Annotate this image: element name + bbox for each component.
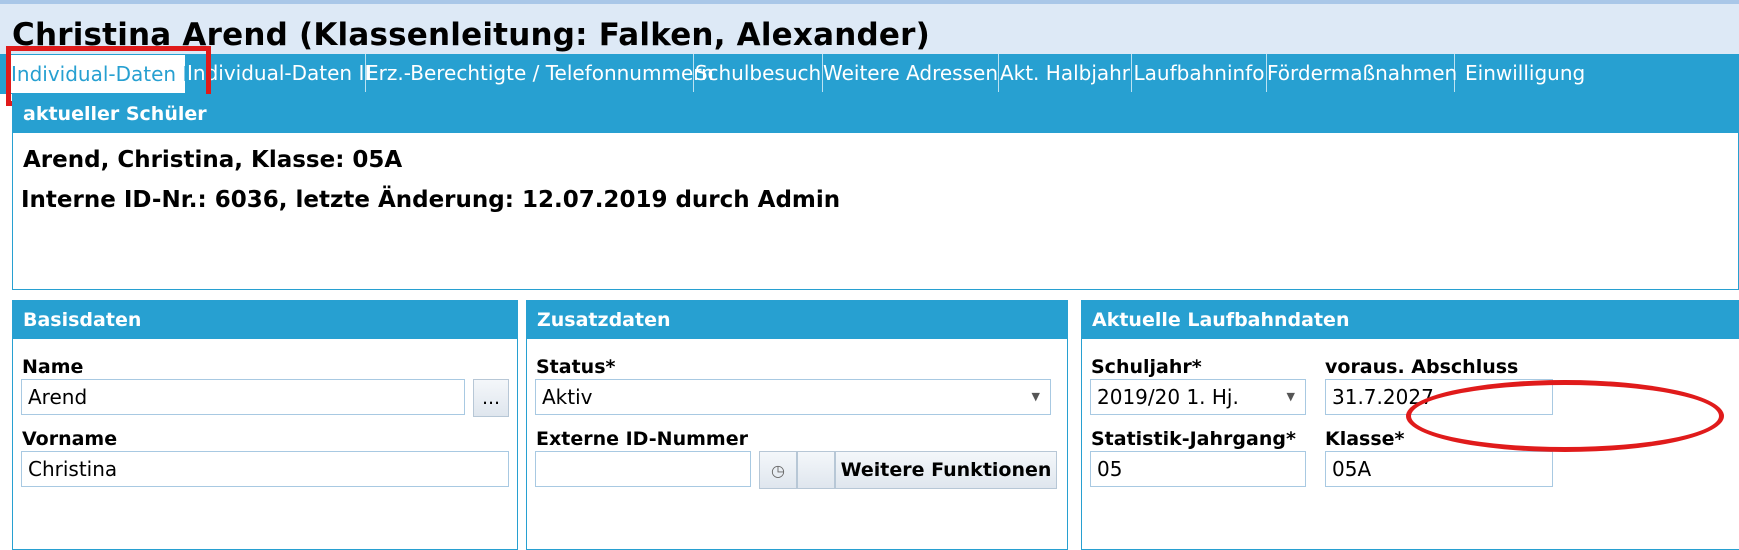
status-value: Aktiv	[542, 385, 593, 409]
abschluss-field[interactable]	[1325, 379, 1553, 415]
status-select[interactable]: Aktiv ▼	[535, 379, 1051, 415]
basisdaten-panel: Basisdaten Name ... Vorname	[12, 300, 518, 550]
tab-laufbahninfo[interactable]: Laufbahninfo	[1132, 54, 1267, 92]
chevron-down-icon[interactable]: ▼	[1032, 380, 1040, 414]
panel-heading: Aktuelle Laufbahndaten	[1082, 301, 1739, 339]
schuljahr-select[interactable]: 2019/20 1. Hj. ▼	[1090, 379, 1306, 415]
name-label: Name	[22, 356, 84, 378]
externe-id-field[interactable]	[535, 451, 751, 487]
jahrgang-input[interactable]	[1097, 452, 1305, 486]
current-student-panel: aktueller Schüler Arend, Christina, Klas…	[12, 94, 1739, 290]
tab-einwilligung[interactable]: Einwilligung	[1455, 54, 1739, 92]
tab-foerdermassnahmen[interactable]: Fördermaßnahmen	[1267, 54, 1457, 92]
weitere-funktionen-button[interactable]: Weitere Funktionen	[835, 451, 1057, 489]
tab-weitere-adressen[interactable]: Weitere Adressen	[823, 54, 999, 92]
abschluss-input[interactable]	[1332, 380, 1552, 414]
name-field[interactable]	[21, 379, 465, 415]
empty-button[interactable]	[797, 451, 835, 489]
window-header: Christina Arend (Klassenleitung: Falken,…	[0, 0, 1739, 54]
student-id-info: Interne ID-Nr.: 6036, letzte Änderung: 1…	[21, 187, 841, 213]
tab-akt-halbjahr[interactable]: Akt. Halbjahr	[999, 54, 1132, 92]
chevron-down-icon[interactable]: ▼	[1287, 380, 1295, 414]
externe-id-label: Externe ID-Nummer	[536, 428, 748, 450]
klasse-field[interactable]	[1325, 451, 1553, 487]
schuljahr-label: Schuljahr*	[1091, 356, 1202, 378]
panel-heading: aktueller Schüler	[13, 95, 1738, 133]
clock-button[interactable]: ◷	[759, 451, 797, 489]
laufbahndaten-panel: Aktuelle Laufbahndaten Schuljahr* 2019/2…	[1081, 300, 1739, 550]
tab-individual-daten-1[interactable]: Individual-Daten I	[10, 54, 188, 94]
klasse-input[interactable]	[1332, 452, 1552, 486]
panel-heading: Zusatzdaten	[527, 301, 1067, 339]
panel-heading: Basisdaten	[13, 301, 517, 339]
clock-icon: ◷	[771, 461, 785, 480]
tab-erziehungsberechtigte[interactable]: Erz.-Berechtigte / Telefonnummern	[366, 54, 714, 92]
schuljahr-value: 2019/20 1. Hj.	[1097, 385, 1239, 409]
name-input[interactable]	[28, 380, 464, 414]
jahrgang-label: Statistik-Jahrgang*	[1091, 428, 1296, 450]
zusatzdaten-panel: Zusatzdaten Status* Aktiv ▼ Externe ID-N…	[526, 300, 1068, 550]
klasse-label: Klasse*	[1325, 428, 1405, 450]
tab-schulbesuch[interactable]: Schulbesuch	[694, 54, 823, 92]
jahrgang-field[interactable]	[1090, 451, 1306, 487]
vorname-label: Vorname	[22, 428, 118, 450]
status-label: Status*	[536, 356, 616, 378]
tab-bar: Individual-Daten I Individual-Daten II E…	[0, 54, 1739, 94]
page-title: Christina Arend (Klassenleitung: Falken,…	[12, 17, 930, 53]
student-summary: Arend, Christina, Klasse: 05A	[23, 147, 403, 173]
vorname-field[interactable]	[21, 451, 509, 487]
name-lookup-button[interactable]: ...	[473, 379, 509, 417]
tab-individual-daten-2[interactable]: Individual-Daten II	[187, 54, 370, 92]
abschluss-label: voraus. Abschluss	[1325, 356, 1519, 378]
vorname-input[interactable]	[28, 452, 508, 486]
externe-id-input[interactable]	[542, 452, 750, 486]
